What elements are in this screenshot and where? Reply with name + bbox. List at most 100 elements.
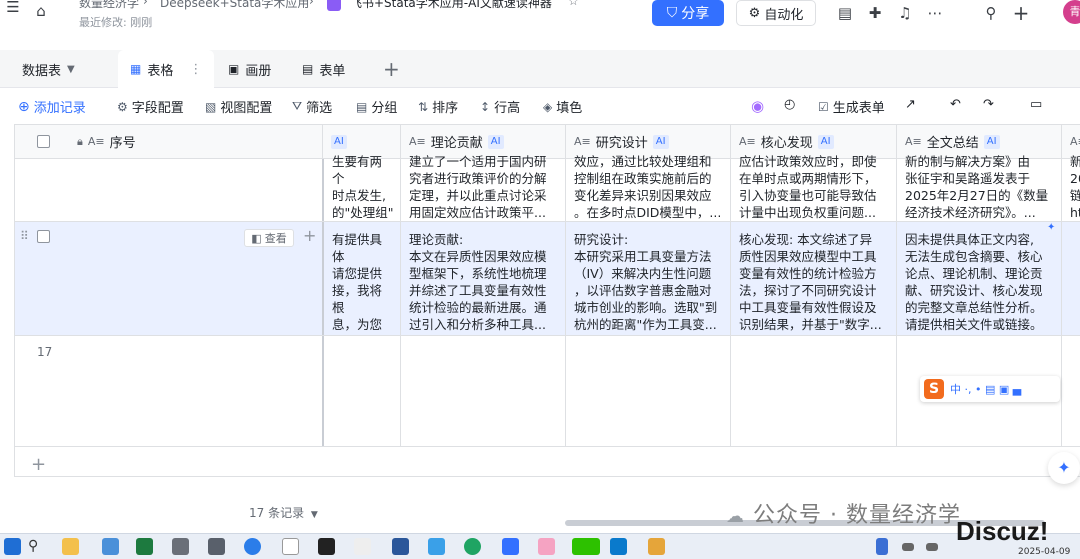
plugin-icon[interactable]: ✚ bbox=[864, 2, 886, 24]
search-icon[interactable]: ⚲ bbox=[980, 2, 1002, 24]
sort-button[interactable]: ⇅ 排序 bbox=[418, 97, 458, 117]
column-title-seq: 序号 bbox=[109, 136, 136, 151]
tab-table[interactable]: ▦ 表格 ⋮ bbox=[118, 50, 215, 88]
table-cell[interactable]: 新的制与解决方案》由 张征宇和吴路遥发表于 2025年2月27日的《数量 经济技… bbox=[897, 153, 1062, 219]
panda-icon[interactable] bbox=[354, 538, 371, 555]
table-cell[interactable]: 生要有两个 时点发生, 的"处理组" 所变化，从... bbox=[324, 153, 402, 219]
add-row-button[interactable]: + bbox=[31, 454, 46, 475]
last-modified: 最近修改: 刚刚 bbox=[79, 16, 153, 29]
view-config-button[interactable]: ▧ 视图配置 bbox=[205, 97, 272, 117]
tab-gallery[interactable]: ▣ 画册 bbox=[228, 50, 271, 88]
ime-toolbar[interactable]: S 中 ·, • ▤ ▣ ▄ bbox=[920, 376, 1060, 402]
table-cell[interactable]: 理论贡献: 本文在异质性因果效应模 型框架下，系统性地梳理 并综述了工具变量有效… bbox=[401, 231, 566, 331]
sort-icon: ⇅ bbox=[418, 99, 429, 114]
automation-button[interactable]: ⚙ 自动化 bbox=[736, 0, 816, 26]
excel-icon[interactable] bbox=[136, 538, 153, 555]
column-title-finding: 核心发现 bbox=[760, 136, 813, 151]
select-all-checkbox[interactable] bbox=[37, 135, 50, 148]
app-icon[interactable] bbox=[648, 538, 665, 555]
avatar[interactable]: 青 bbox=[1063, 0, 1080, 24]
form-icon: ▤ bbox=[302, 62, 314, 76]
add-record-button[interactable]: ⊕ 添加记录 bbox=[18, 97, 86, 117]
table-cell[interactable]: 有提供具体 请您提供 接，我将根 息，为您撰 述。 bbox=[324, 231, 402, 331]
group-button[interactable]: ▤ 分组 bbox=[356, 97, 397, 117]
tray-battery-icon[interactable] bbox=[902, 543, 914, 551]
row-height-button[interactable]: ↕ 行高 bbox=[480, 97, 520, 117]
wechat-icon[interactable] bbox=[572, 538, 600, 555]
tray-network-icon[interactable] bbox=[926, 543, 938, 551]
create-icon[interactable]: + bbox=[1010, 1, 1032, 25]
document-icon[interactable]: ▤ bbox=[834, 2, 856, 24]
star-icon[interactable]: ☆ bbox=[568, 0, 579, 8]
feishu-icon[interactable] bbox=[502, 538, 519, 555]
expand-record-button[interactable]: ◧ 查看 bbox=[244, 229, 294, 247]
redo-icon[interactable]: ↷ bbox=[983, 97, 994, 112]
tab-more-icon[interactable]: ⋮ bbox=[189, 62, 202, 77]
group-icon: ▤ bbox=[356, 99, 368, 114]
ai-badge: AI bbox=[487, 134, 504, 149]
table-switcher[interactable]: 数据表 ▼ bbox=[22, 50, 75, 88]
app-icon[interactable] bbox=[538, 538, 555, 555]
watermark-text: 公众号 · 数量经济学 bbox=[753, 503, 961, 528]
more-icon[interactable]: ⋯ bbox=[924, 2, 946, 24]
row-height-icon: ↕ bbox=[480, 99, 491, 114]
add-record-label: 添加记录 bbox=[33, 101, 86, 116]
menu-icon[interactable]: ☰ bbox=[2, 0, 24, 18]
row-number: 17 bbox=[37, 345, 53, 359]
add-view-button[interactable]: + bbox=[383, 50, 400, 88]
ai-assistant-icon[interactable]: ◉ bbox=[751, 97, 764, 115]
breadcrumb-folder[interactable]: Deepseek+Stata学术应用 bbox=[160, 0, 309, 11]
breadcrumb-workspace[interactable]: 数量经济学 bbox=[79, 0, 139, 11]
column-header-seq[interactable]: 🔒︎ A≡ 序号 bbox=[15, 125, 323, 159]
table-cell[interactable]: 效应，通过比较处理组和 控制组在政策实施前后的 变化差异来识别因果效应 。在多时… bbox=[566, 153, 731, 219]
automation-label: 自动化 bbox=[764, 7, 804, 23]
record-count[interactable]: 17 条记录 ▼ bbox=[249, 504, 318, 521]
search-icon[interactable]: ⚲ bbox=[28, 538, 45, 555]
comment-icon[interactable]: ▭ bbox=[1030, 97, 1042, 112]
add-row-inline-icon[interactable]: + bbox=[303, 226, 316, 245]
word-icon[interactable] bbox=[392, 538, 409, 555]
field-config-button[interactable]: ⚙ 字段配置 bbox=[117, 97, 184, 117]
share-view-icon[interactable]: ↗ bbox=[905, 97, 916, 112]
table-cell[interactable]: 核心发现: 本文综述了异 质性因果效应模型中工具 变量有效性的统计检验方 法，探… bbox=[731, 231, 897, 331]
app-icon[interactable] bbox=[428, 538, 445, 555]
undo-icon[interactable]: ↶ bbox=[950, 97, 961, 112]
typora-icon[interactable] bbox=[282, 538, 299, 555]
app-icon[interactable] bbox=[102, 538, 119, 555]
ime-controls: 中 ·, • ▤ ▣ ▄ bbox=[950, 383, 1022, 396]
table-cell[interactable]: 应估计政策效应时，即使 在单时点或两期情形下， 引入协变量也可能导致估 计量中出… bbox=[731, 153, 897, 219]
filter-button[interactable]: ⛛ 筛选 bbox=[292, 97, 332, 116]
drag-handle-icon[interactable]: ⠿ bbox=[20, 229, 29, 243]
fill-color-button[interactable]: ◈ 填色 bbox=[543, 97, 582, 117]
ai-fab-icon[interactable]: ✦ bbox=[1048, 452, 1080, 484]
tray-shield-icon[interactable] bbox=[876, 538, 888, 555]
row-checkbox[interactable] bbox=[37, 230, 50, 243]
edge-icon[interactable] bbox=[244, 538, 261, 555]
text-field-icon: A≡ bbox=[1070, 135, 1080, 148]
file-explorer-icon[interactable] bbox=[62, 538, 79, 555]
bitable-doc-icon bbox=[327, 0, 341, 11]
column-title-summary: 全文总结 bbox=[926, 136, 979, 151]
filter-label: 筛选 bbox=[306, 101, 333, 116]
filter-icon: ⛛ bbox=[292, 99, 303, 113]
table-cell[interactable]: 建立了一个适用于国内研 究者进行政策评价的分解 定理，并以此重点讨论采 用固定效… bbox=[401, 153, 566, 219]
tab-form[interactable]: ▤ 表单 bbox=[302, 50, 345, 88]
discuz-logo: Discuz! bbox=[956, 516, 1049, 546]
table-cell[interactable]: 因未提供具体正文内容, 无法生成包含摘要、核心 论点、理论机制、理论贡 献、研究… bbox=[897, 231, 1062, 331]
terminal-icon[interactable] bbox=[318, 538, 335, 555]
generate-form-button[interactable]: ☑ 生成表单 bbox=[818, 97, 885, 117]
windows-start-icon[interactable] bbox=[4, 538, 21, 555]
bell-icon[interactable]: ♫ bbox=[894, 2, 916, 24]
share-button[interactable]: ⛉ 分享 bbox=[652, 0, 724, 26]
history-icon[interactable]: ◴ bbox=[784, 97, 795, 112]
app-icon[interactable] bbox=[464, 538, 481, 555]
home-icon[interactable]: ⌂ bbox=[30, 0, 52, 22]
app-icon[interactable] bbox=[172, 538, 189, 555]
table-cell[interactable]: 研究设计: 本研究采用工具变量方法 （IV）来解决内生性问题 ，以评估数字普惠金… bbox=[566, 231, 731, 331]
top-header: ☰ ⌂ 数量经济学 › Deepseek+Stata学术应用 › 飞书+Stat… bbox=[0, 0, 1080, 34]
app-icon[interactable] bbox=[208, 538, 225, 555]
table-cell[interactable]: 新 20 链 ht bbox=[1062, 153, 1080, 219]
vscode-icon[interactable] bbox=[610, 538, 627, 555]
tab-form-label: 表单 bbox=[319, 63, 346, 79]
doc-title[interactable]: 飞书+Stata学术应用-AI文献速读神器 bbox=[350, 0, 552, 11]
